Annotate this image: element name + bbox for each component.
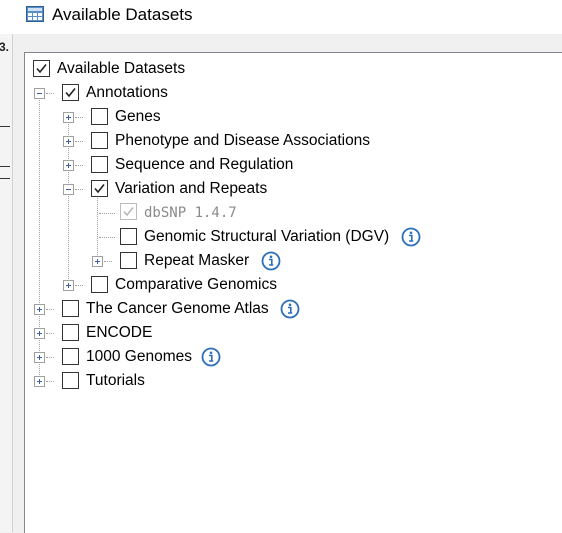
tree-item-genes[interactable]: Genes [25,105,325,129]
info-icon[interactable] [280,299,300,319]
expand-icon[interactable] [63,112,74,123]
datasets-tree-panel[interactable]: Available Datasets Annotations Genes Phe… [24,52,562,533]
info-icon[interactable] [401,227,421,247]
datasets-tree: Available Datasets Annotations Genes Phe… [25,53,562,533]
expand-icon[interactable] [63,136,74,147]
checkbox-available-datasets[interactable] [33,60,50,77]
tree-item-label: Phenotype and Disease Associations [115,132,371,149]
tree-item-label: Repeat Masker [144,252,250,269]
checkbox-genes[interactable] [91,108,108,125]
checkbox-comparative-genomics[interactable] [91,276,108,293]
checkmark-icon [65,88,76,98]
checkbox-tutorials[interactable] [62,372,79,389]
checkbox-encode[interactable] [62,324,79,341]
expand-icon[interactable] [63,160,74,171]
tree-item-label: Sequence and Regulation [115,156,294,173]
tree-item-repeat-masker[interactable]: Repeat Masker [25,249,325,273]
collapse-icon[interactable] [63,184,74,195]
tree-item-annotations[interactable]: Annotations [25,81,325,105]
checkbox-1000-genomes[interactable] [62,348,79,365]
info-icon[interactable] [201,347,221,367]
tree-item-dbsnp: dbSNP 1.4.7 [25,201,325,225]
tree-item-encode[interactable]: ENCODE [25,321,325,345]
title-bar: Available Datasets [0,0,562,34]
window-title: Available Datasets [52,5,193,24]
tree-item-phenotype[interactable]: Phenotype and Disease Associations [25,129,445,153]
checkbox-annotations[interactable] [62,84,79,101]
app-window-icon [26,6,44,22]
expand-icon[interactable] [63,280,74,291]
collapse-icon[interactable] [34,88,45,99]
checkbox-tcga[interactable] [62,300,79,317]
checkmark-icon [123,207,134,217]
expand-icon[interactable] [34,376,45,387]
tree-item-sequence-regulation[interactable]: Sequence and Regulation [25,153,425,177]
checkmark-icon [36,64,47,74]
checkbox-dbsnp [120,203,137,220]
info-icon[interactable] [261,251,281,271]
tree-item-dgv[interactable]: Genomic Structural Variation (DGV) [25,225,445,249]
tree-item-label: ENCODE [86,324,153,341]
tree-item-label: Comparative Genomics [115,276,277,293]
expand-icon[interactable] [34,304,45,315]
tree-item-comparative-genomics[interactable]: Comparative Genomics [25,273,325,297]
tree-item-label: dbSNP 1.4.7 [144,205,237,221]
expand-icon[interactable] [34,328,45,339]
background-text: 3. [0,40,10,54]
tree-item-variation-repeats[interactable]: Variation and Repeats [25,177,425,201]
expand-icon[interactable] [34,352,45,363]
checkbox-repeat-masker[interactable] [120,252,137,269]
tree-item-label: The Cancer Genome Atlas [86,300,269,317]
background-window-edge: 3. [0,34,13,532]
expand-icon[interactable] [92,256,103,267]
tree-item-label: Annotations [86,84,168,101]
checkmark-icon [94,184,105,194]
tree-item-tcga[interactable]: The Cancer Genome Atlas [25,297,345,321]
checkbox-variation-repeats[interactable] [91,180,108,197]
tree-item-tutorials[interactable]: Tutorials [25,369,325,393]
tree-item-label: Genomic Structural Variation (DGV) [144,228,390,245]
tree-item-1000-genomes[interactable]: 1000 Genomes [25,345,325,369]
tree-item-label: Genes [115,108,161,125]
checkbox-dgv[interactable] [120,228,137,245]
tree-item-label: Available Datasets [57,60,186,77]
tree-item-available-datasets[interactable]: Available Datasets [25,57,325,81]
tree-item-label: Tutorials [86,372,145,389]
tree-item-label: 1000 Genomes [86,348,192,365]
tree-item-label: Variation and Repeats [115,180,268,197]
checkbox-sequence-regulation[interactable] [91,156,108,173]
checkbox-phenotype[interactable] [91,132,108,149]
